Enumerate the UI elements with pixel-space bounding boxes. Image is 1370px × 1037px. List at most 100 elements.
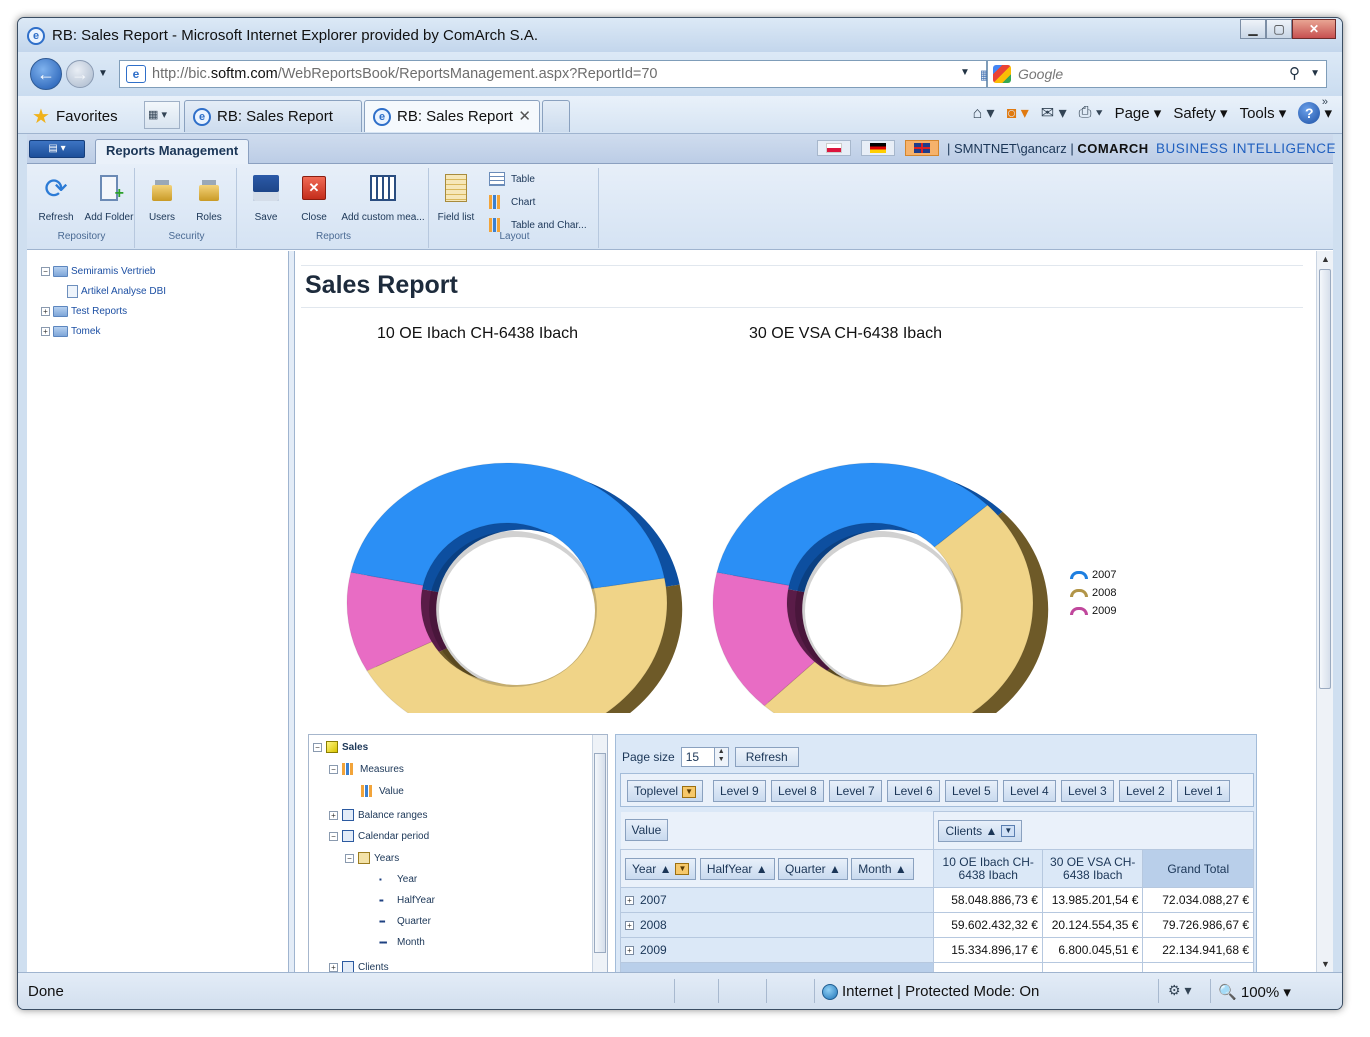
- field-node-month[interactable]: ▪▪▪▪ Month: [379, 937, 425, 948]
- row-header-2008[interactable]: +2008: [619, 912, 935, 938]
- tree-node-artikel[interactable]: Artikel Analyse DBI: [41, 281, 166, 301]
- collapse-icon[interactable]: −: [41, 266, 50, 276]
- expand-icon[interactable]: +: [329, 810, 338, 820]
- level-4[interactable]: Level 4: [1003, 780, 1056, 802]
- level-toplevel[interactable]: Toplevel ▼: [627, 780, 704, 802]
- app-menu-button[interactable]: ▤ ▾: [29, 140, 85, 158]
- scroll-down-icon[interactable]: ▼: [1321, 959, 1330, 969]
- field-node-halfyear[interactable]: ▪▪ HalfYear: [379, 895, 435, 906]
- quick-tabs-button[interactable]: ▦ ▾: [144, 101, 180, 129]
- scroll-up-icon[interactable]: ▲: [1321, 254, 1330, 264]
- layout-table-and-chart-button[interactable]: Table and Char...: [489, 218, 587, 232]
- expand-icon[interactable]: +: [625, 946, 634, 956]
- save-button[interactable]: Save: [241, 172, 291, 223]
- zoom-level[interactable]: 🔍 100% ▾: [1218, 983, 1291, 1001]
- report-scrollbar[interactable]: ▲ ▼: [1316, 251, 1333, 972]
- expand-icon[interactable]: +: [625, 896, 634, 906]
- row-header-2007[interactable]: +2007: [619, 887, 935, 913]
- field-node-balance-ranges[interactable]: + Balance ranges: [329, 809, 428, 821]
- search-options-icon[interactable]: ▼: [1310, 68, 1320, 79]
- level-6[interactable]: Level 6: [887, 780, 940, 802]
- field-node-years[interactable]: − Years: [345, 852, 399, 864]
- add-folder-button[interactable]: + Add Folder: [84, 172, 134, 223]
- field-node-calendar-period[interactable]: − Calendar period: [329, 830, 429, 842]
- column-header-10-oe-ibach[interactable]: 10 OE Ibach CH-6438 Ibach: [933, 849, 1043, 888]
- collapse-icon[interactable]: −: [329, 764, 338, 774]
- refresh-button[interactable]: ⟳ Refresh: [31, 172, 81, 224]
- users-button[interactable]: Users: [137, 172, 187, 223]
- field-node-clients[interactable]: + Clients: [329, 961, 389, 972]
- tools-menu[interactable]: Tools ▾: [1240, 104, 1287, 122]
- expand-icon[interactable]: +: [329, 962, 338, 972]
- mail-icon[interactable]: ✉ ▾: [1041, 103, 1067, 123]
- history-dropdown-icon[interactable]: ▼: [98, 68, 108, 79]
- tab-sales-report-1[interactable]: e RB: Sales Report: [184, 100, 362, 132]
- spinner-arrows-icon[interactable]: ▲ ▼: [713, 748, 728, 766]
- field-chip-halfyear[interactable]: HalfYear ▲: [699, 857, 775, 880]
- tree-node-semiramis[interactable]: − Semiramis Vertrieb: [41, 261, 166, 281]
- more-commands-icon[interactable]: »: [1322, 96, 1328, 108]
- collapse-icon[interactable]: −: [329, 831, 338, 841]
- close-window-button[interactable]: ✕: [1292, 19, 1336, 39]
- level-9[interactable]: Level 9: [713, 780, 766, 802]
- close-tab-icon[interactable]: ✕: [518, 107, 531, 125]
- safety-menu[interactable]: Safety ▾: [1173, 104, 1227, 122]
- address-dropdown-icon[interactable]: ▼: [960, 67, 970, 87]
- roles-button[interactable]: Roles: [184, 172, 234, 223]
- add-custom-measure-button[interactable]: Add custom mea...: [337, 172, 429, 223]
- field-node-sales[interactable]: − Sales: [313, 741, 368, 753]
- dropdown-icon[interactable]: ▼: [682, 785, 697, 798]
- collapse-icon[interactable]: −: [345, 853, 354, 863]
- field-chip-month[interactable]: Month ▲: [851, 857, 914, 880]
- search-icon[interactable]: ⚲: [1289, 64, 1300, 82]
- field-node-quarter[interactable]: ▪▪▪ Quarter: [379, 916, 431, 927]
- flag-de-icon[interactable]: [861, 140, 895, 156]
- popup-settings-icon[interactable]: ⚙ ▾: [1168, 982, 1191, 999]
- row-header-2009[interactable]: +2009: [619, 937, 935, 963]
- field-list-button[interactable]: Field list: [431, 172, 481, 223]
- print-icon[interactable]: ⎙ ▾: [1079, 104, 1103, 122]
- level-1[interactable]: Level 1: [1177, 780, 1230, 802]
- forward-button[interactable]: →: [66, 60, 94, 88]
- level-8[interactable]: Level 8: [771, 780, 824, 802]
- search-box[interactable]: Google ⚲ ▼: [987, 60, 1327, 88]
- field-node-year[interactable]: ▪ Year: [379, 874, 417, 885]
- layout-table-button[interactable]: Table: [489, 172, 535, 186]
- address-bar[interactable]: e http://bic.softm.com/WebReportsBook/Re…: [119, 60, 1037, 88]
- security-zone[interactable]: Internet | Protected Mode: On: [822, 983, 1039, 1000]
- back-button[interactable]: ←: [30, 58, 62, 90]
- close-report-button[interactable]: ✕ Close: [289, 172, 339, 223]
- field-chip-value[interactable]: Value: [624, 819, 669, 842]
- home-icon[interactable]: ⌂ ▾: [972, 103, 994, 123]
- expand-icon[interactable]: +: [625, 921, 634, 931]
- feeds-icon[interactable]: ◙ ▾: [1007, 103, 1029, 123]
- expand-icon[interactable]: +: [41, 306, 50, 316]
- pivot-refresh-button[interactable]: Refresh: [734, 747, 799, 767]
- level-2[interactable]: Level 2: [1119, 780, 1172, 802]
- dropdown-icon[interactable]: ▼: [675, 863, 690, 876]
- level-3[interactable]: Level 3: [1061, 780, 1114, 802]
- favorites-button[interactable]: ★ Favorites: [32, 104, 118, 129]
- page-size-spinner[interactable]: 15 ▲ ▼: [680, 747, 729, 767]
- tree-node-tomek[interactable]: + Tomek: [41, 321, 166, 341]
- expand-icon[interactable]: +: [41, 326, 50, 336]
- level-5[interactable]: Level 5: [945, 780, 998, 802]
- flag-pl-icon[interactable]: [817, 140, 851, 156]
- collapse-icon[interactable]: −: [313, 742, 322, 752]
- level-7[interactable]: Level 7: [829, 780, 882, 802]
- scroll-thumb[interactable]: [1319, 269, 1331, 689]
- scroll-thumb[interactable]: [594, 753, 606, 953]
- dropdown-icon[interactable]: ▼: [1001, 825, 1016, 838]
- layout-chart-button[interactable]: Chart: [489, 195, 535, 209]
- field-chip-quarter[interactable]: Quarter ▲: [777, 857, 848, 880]
- new-tab-button[interactable]: [542, 100, 570, 132]
- minimize-button[interactable]: ▁: [1240, 19, 1266, 39]
- field-node-measures[interactable]: − Measures: [329, 763, 404, 775]
- column-header-30-oe-vsa[interactable]: 30 OE VSA CH-6438 Ibach: [1041, 849, 1144, 888]
- field-chip-clients[interactable]: Clients ▲ ▼: [938, 819, 1023, 842]
- page-menu[interactable]: Page ▾: [1115, 104, 1162, 122]
- field-node-value[interactable]: Value: [361, 785, 404, 797]
- url-text[interactable]: http://bic.softm.com/WebReportsBook/Repo…: [152, 66, 658, 82]
- flag-en-icon[interactable]: [905, 140, 939, 156]
- tree-node-test-reports[interactable]: + Test Reports: [41, 301, 166, 321]
